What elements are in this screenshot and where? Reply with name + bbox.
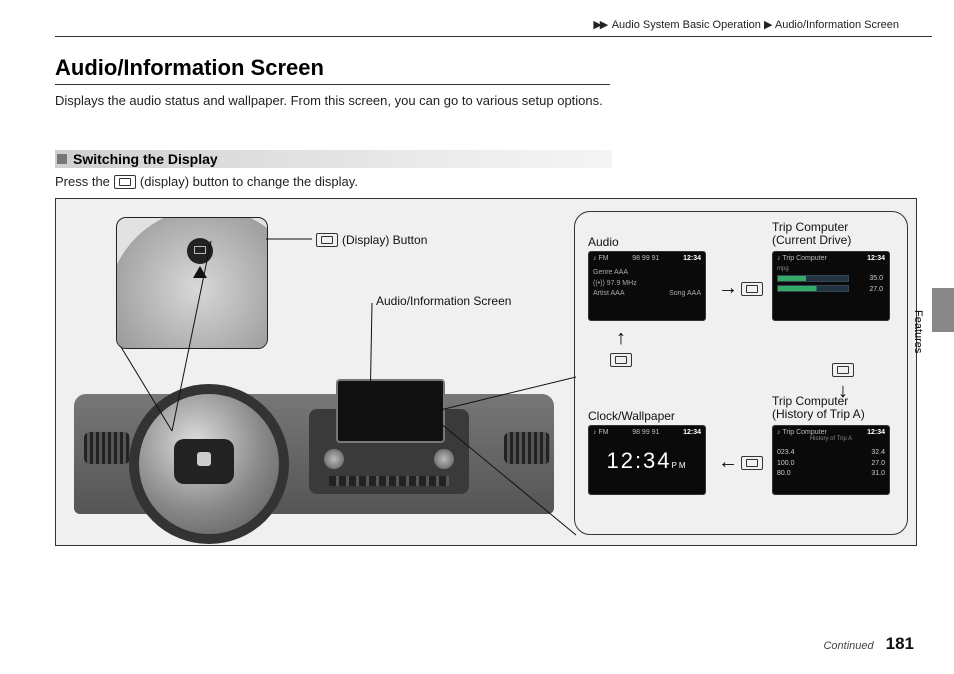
clock-ampm: PM — [672, 461, 688, 470]
breadcrumb-level2: Audio/Information Screen — [775, 19, 899, 31]
breadcrumb-arrows: ▶▶ — [593, 19, 606, 31]
mini-screen-trip-current: ♪ Trip Computer 12:34 mpg 35.0 27.0 — [772, 251, 890, 321]
display-button-icon — [114, 175, 136, 189]
instruction-pre: Press the — [55, 174, 110, 189]
mini-screen-audio: ♪ FM 98 99 91 12:34 Genre AAA ((•)) 97.9… — [588, 251, 706, 321]
audio-signal: 98 99 91 — [632, 255, 659, 262]
flow-right-icon: → — [718, 277, 763, 300]
cycle-label-clock: Clock/Wallpaper — [588, 409, 675, 423]
breadcrumb-sep: ▶ — [764, 19, 772, 31]
breadcrumb-level1: Audio System Basic Operation — [612, 19, 761, 31]
clock-signal: 98 99 91 — [632, 429, 659, 436]
dashboard-illustration — [74, 354, 554, 534]
display-button-icon — [741, 282, 763, 296]
air-vent-right — [504, 432, 550, 464]
display-button-on-wheel — [187, 238, 213, 264]
page-footer: Continued 181 — [823, 634, 914, 654]
arrow-right-icon: → — [718, 277, 738, 300]
clock-big-time: 12:34 — [606, 448, 671, 473]
hist-r0b: 32.4 — [871, 448, 885, 459]
clock-small-time: 12:34 — [683, 429, 701, 436]
figure-frame: (Display) Button Audio/Information Scree… — [55, 198, 917, 546]
brand-logo-icon — [197, 452, 211, 466]
mini-screen-trip-history: ♪ Trip Computer 12:34 History of Trip A … — [772, 425, 890, 495]
center-info-screen — [336, 379, 445, 443]
trip-reading-2: 27.0 — [869, 286, 883, 293]
hist-r1a: 100.0 — [777, 459, 795, 470]
audio-song: Song AAA — [669, 289, 701, 300]
pointer-arrow-icon — [193, 266, 207, 278]
display-button-icon — [316, 233, 338, 247]
audio-clock: 12:34 — [683, 255, 701, 262]
hist-subtitle: History of Trip A — [777, 436, 885, 442]
instruction-post: (display) button to change the display. — [140, 174, 358, 189]
page-number: 181 — [886, 634, 914, 654]
section-heading-bar: Switching the Display — [55, 150, 612, 168]
flow-down-icon: ↓ — [832, 363, 854, 403]
audio-knob-right — [434, 449, 454, 469]
preset-buttons-row — [329, 476, 449, 486]
hist-r0a: 023.4 — [777, 448, 795, 459]
display-button-icon — [832, 363, 854, 377]
steering-wheel-surface — [116, 217, 268, 349]
page-title: Audio/Information Screen — [55, 55, 324, 81]
callout-info-screen-text: Audio/Information Screen — [376, 294, 511, 308]
trip-reading-1: 35.0 — [869, 275, 883, 282]
flow-left-icon: ← — [718, 451, 763, 474]
hist-r1b: 27.0 — [871, 459, 885, 470]
arrow-left-icon: ← — [718, 451, 738, 474]
hist-r2b: 31.0 — [871, 469, 885, 480]
arrow-up-icon: ↑ — [616, 327, 626, 350]
hist-title: Trip Computer — [782, 429, 826, 436]
trip-bar-2 — [777, 285, 849, 292]
clock-band: FM — [598, 429, 608, 436]
features-tab — [932, 288, 954, 332]
callout-info-screen: Audio/Information Screen — [376, 294, 511, 308]
display-button-icon — [741, 456, 763, 470]
title-rule — [55, 84, 610, 85]
audio-knob-left — [324, 449, 344, 469]
air-vent-left — [84, 432, 130, 464]
steering-wheel — [129, 384, 289, 544]
display-button-icon — [610, 353, 632, 367]
section-square-icon — [57, 154, 67, 164]
features-tab-label: Features — [912, 310, 924, 353]
instruction-line: Press the (display) button to change the… — [55, 174, 358, 189]
hist-clock: 12:34 — [867, 429, 885, 436]
audio-genre: Genre AAA — [593, 268, 701, 279]
intro-text: Displays the audio status and wallpaper.… — [55, 92, 615, 111]
steering-wheel-inset — [116, 217, 268, 349]
callout-display-button-text: (Display) Button — [342, 233, 427, 247]
trip-title: Trip Computer — [782, 255, 826, 262]
cycle-label-trip-current: Trip Computer (Current Drive) — [772, 221, 851, 247]
trip-clock: 12:34 — [867, 255, 885, 262]
arrow-down-icon: ↓ — [838, 380, 848, 403]
audio-band: FM — [598, 255, 608, 262]
flow-up-icon: ↑ — [610, 327, 632, 367]
top-rule — [55, 36, 932, 37]
continued-label: Continued — [823, 640, 873, 652]
audio-freq: 97.9 MHz — [607, 280, 637, 287]
cycle-label-audio: Audio — [588, 235, 619, 249]
mini-screen-clock: ♪ FM 98 99 91 12:34 12:34PM — [588, 425, 706, 495]
callout-display-button: (Display) Button — [316, 233, 427, 247]
section-heading-text: Switching the Display — [73, 151, 218, 167]
breadcrumb: ▶▶ Audio System Basic Operation ▶ Audio/… — [593, 18, 899, 31]
trip-bar-1 — [777, 275, 849, 282]
hist-r2a: 80.0 — [777, 469, 791, 480]
audio-artist: Artist AAA — [593, 289, 625, 300]
